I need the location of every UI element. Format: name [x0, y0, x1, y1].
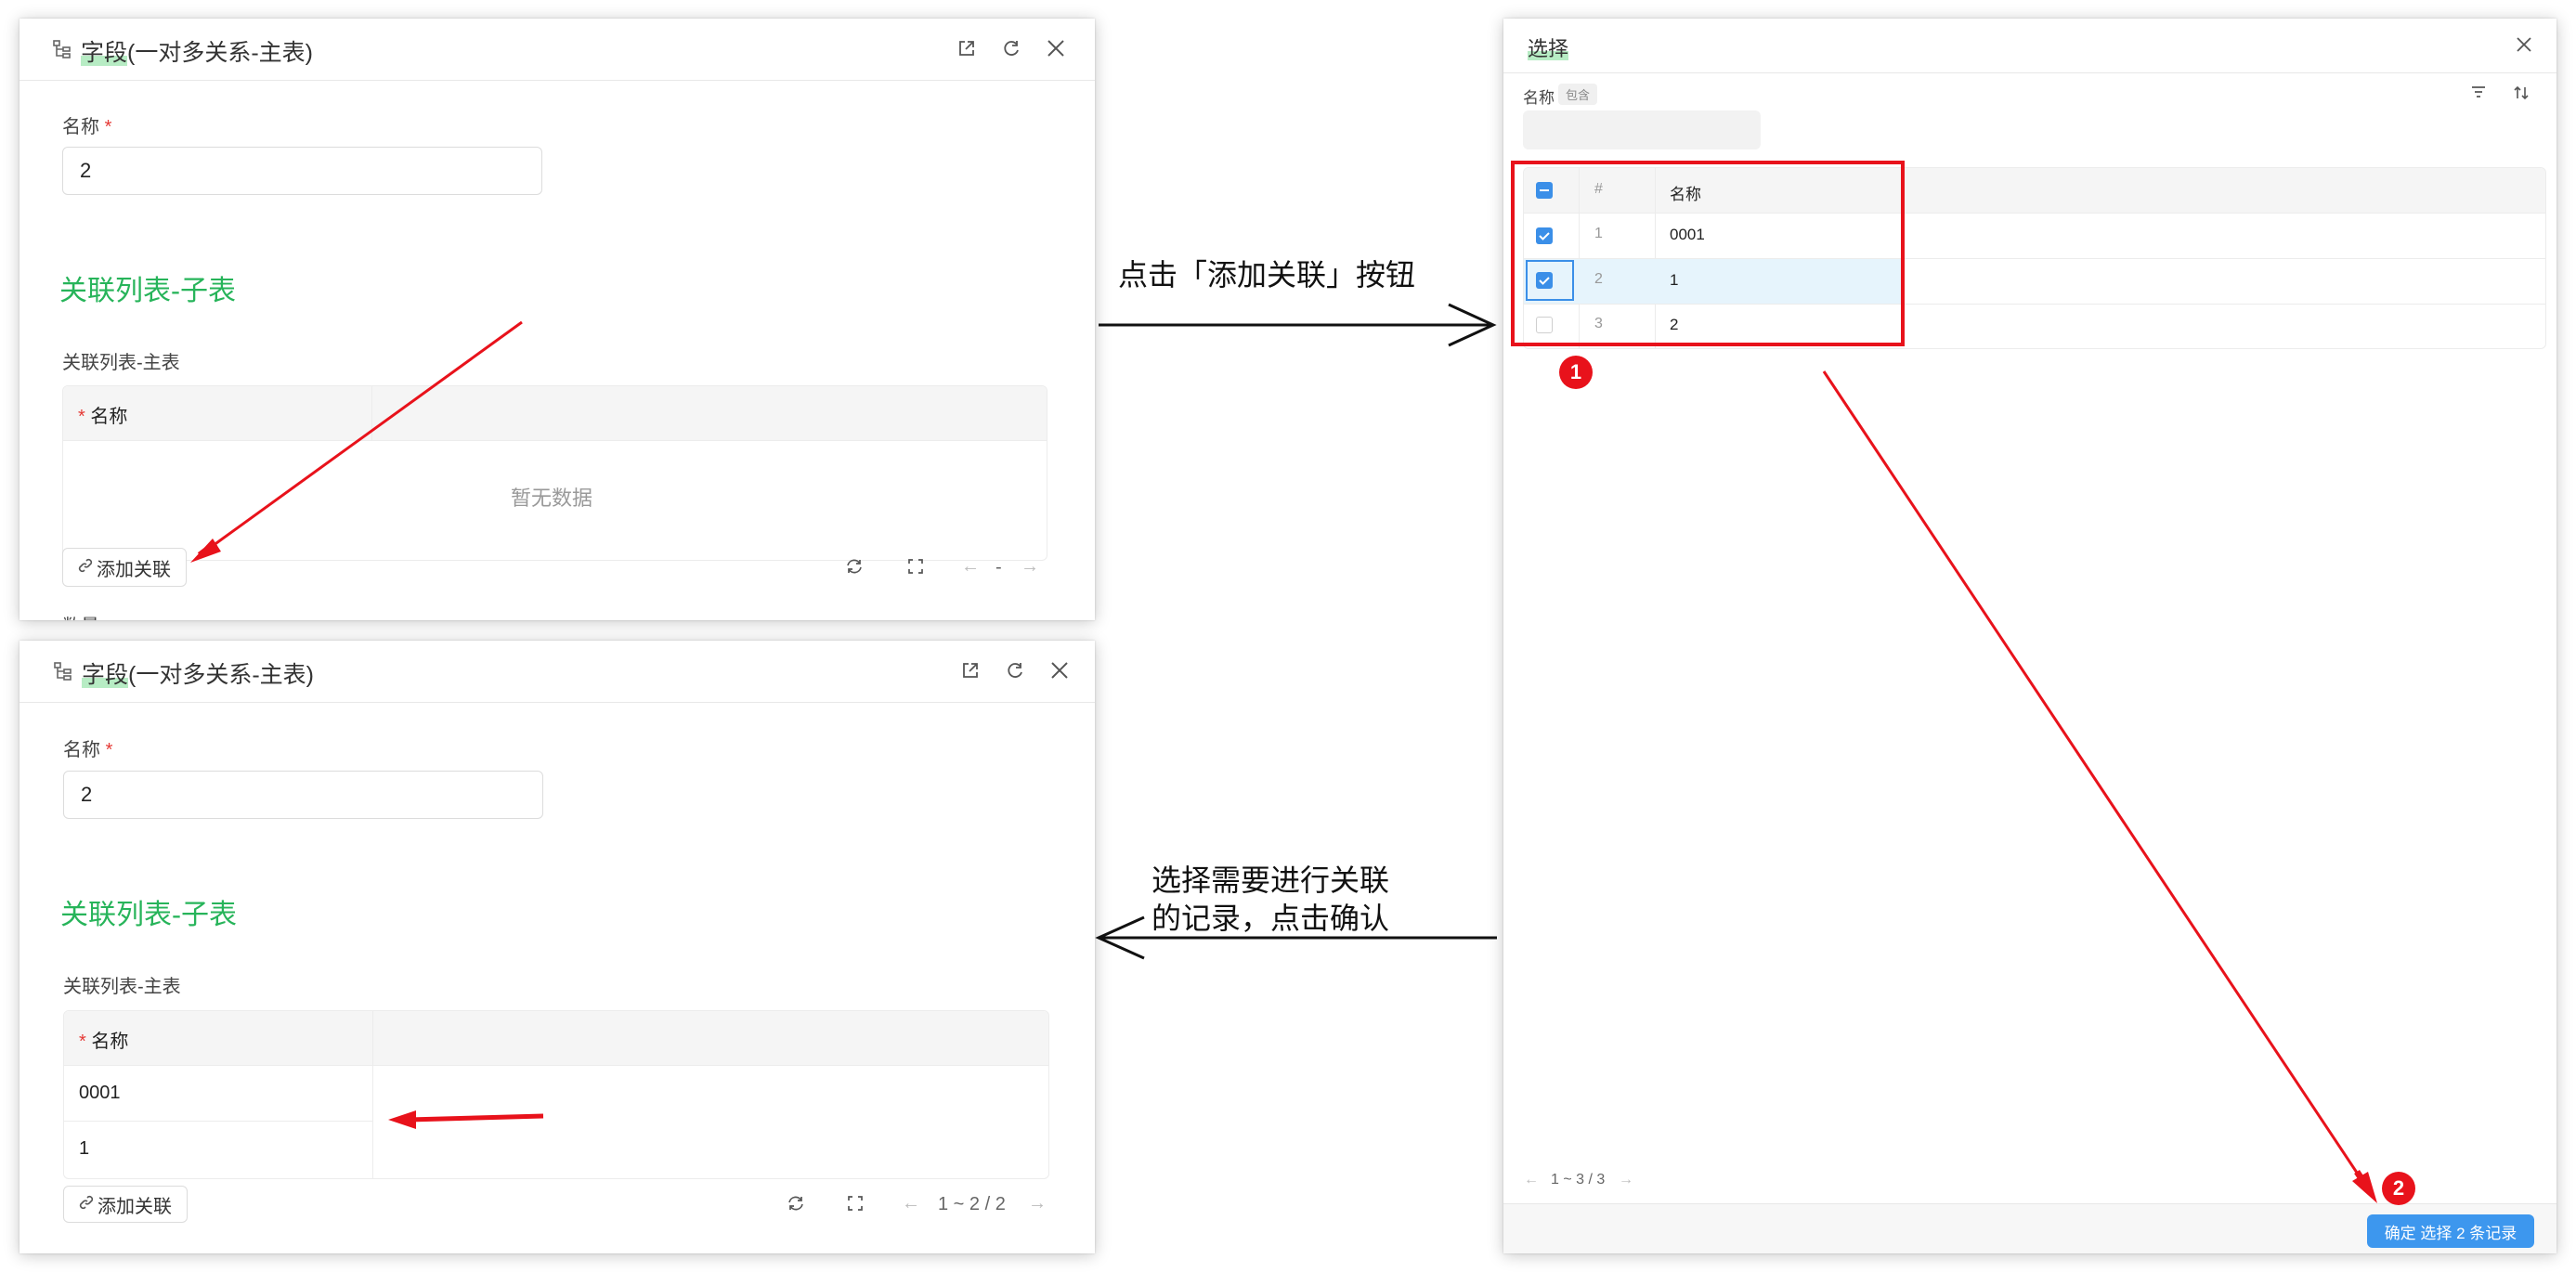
- red-arrow-to-confirm: [1822, 370, 2377, 1203]
- red-arrow-to-rows: [388, 1110, 544, 1129]
- arrow-right-annotation: [1099, 303, 1497, 347]
- red-arrow-to-add-button: [190, 320, 523, 563]
- annotation-arrows: [190, 303, 2377, 1203]
- arrow-left-annotation: [1095, 915, 1497, 960]
